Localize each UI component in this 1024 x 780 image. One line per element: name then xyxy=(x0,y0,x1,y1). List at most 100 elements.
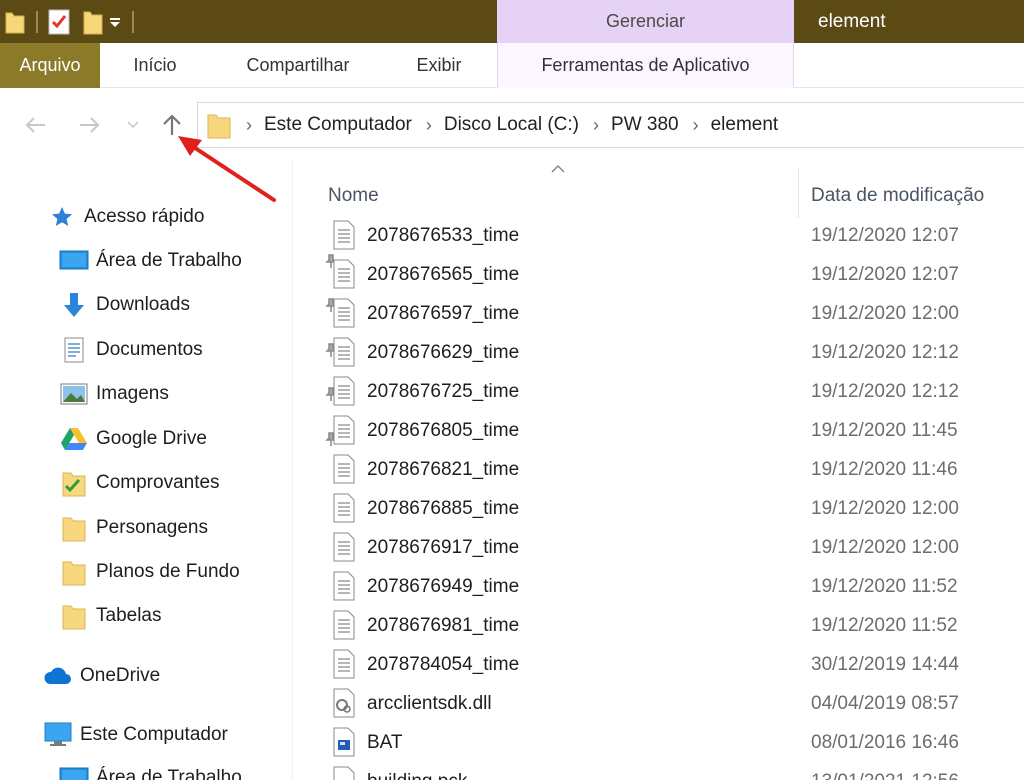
nav-item-label: Imagens xyxy=(96,383,169,404)
nav-item-imagens[interactable]: Imagens xyxy=(58,374,337,414)
file-date: 19/12/2020 11:45 xyxy=(811,420,958,441)
nav-item-label: Este Computador xyxy=(80,724,228,745)
back-button[interactable] xyxy=(18,108,52,142)
recent-locations-button[interactable] xyxy=(118,108,148,142)
nav-item-label: Google Drive xyxy=(96,428,207,449)
ribbon-tabs: Arquivo Início Compartilhar Exibir Ferra… xyxy=(0,43,1024,88)
table-row[interactable]: 2078676725_time 19/12/2020 12:12 xyxy=(293,372,1024,411)
dll-file-icon xyxy=(331,688,357,718)
file-name: 2078676629_time xyxy=(367,342,520,363)
bat-file-icon xyxy=(331,727,357,757)
file-name: BAT xyxy=(367,732,403,753)
nav-item-personagens[interactable]: Personagens xyxy=(58,508,208,548)
tab-ferramentas-de-aplicativo[interactable]: Ferramentas de Aplicativo xyxy=(497,43,794,88)
table-row[interactable]: 2078676981_time 19/12/2020 11:52 xyxy=(293,606,1024,645)
breadcrumb-disco-local[interactable]: Disco Local (C:) xyxy=(444,114,579,136)
navigation-pane: Acesso rápido Área de Trabalho Downloads… xyxy=(0,160,337,780)
forward-button[interactable] xyxy=(73,108,107,142)
generic-file-icon xyxy=(331,766,357,780)
nav-item-area-de-trabalho[interactable]: Área de Trabalho xyxy=(58,241,337,281)
folder-icon[interactable] xyxy=(2,7,28,37)
table-row[interactable]: 2078784054_time 30/12/2019 14:44 xyxy=(293,645,1024,684)
navigation-bar: › Este Computador › Disco Local (C:) › P… xyxy=(0,88,1024,160)
file-name: 2078676725_time xyxy=(367,381,520,402)
file-date: 19/12/2020 12:00 xyxy=(811,303,959,324)
nav-item-planos-de-fundo[interactable]: Planos de Fundo xyxy=(58,552,240,592)
nav-item-label: Documentos xyxy=(96,339,203,360)
customize-toolbar-icon[interactable] xyxy=(106,7,124,37)
nav-item-label: Planos de Fundo xyxy=(96,561,240,582)
nav-item-downloads[interactable]: Downloads xyxy=(58,285,337,325)
title-bar: Gerenciar element xyxy=(0,0,1024,43)
file-name: 2078676949_time xyxy=(367,576,520,597)
text-file-icon xyxy=(331,337,357,367)
breadcrumb-separator: › xyxy=(692,114,699,135)
nav-item-comprovantes[interactable]: Comprovantes xyxy=(58,463,220,503)
nav-this-pc[interactable]: Este Computador xyxy=(42,715,228,755)
file-name: 2078676533_time xyxy=(367,225,520,246)
column-header-name[interactable]: Nome xyxy=(328,174,379,218)
chevron-up-icon xyxy=(551,164,565,173)
text-file-icon xyxy=(331,493,357,523)
file-date: 19/12/2020 11:52 xyxy=(811,576,958,597)
desktop-icon xyxy=(58,762,90,780)
text-file-icon xyxy=(331,532,357,562)
tab-arquivo[interactable]: Arquivo xyxy=(0,43,100,88)
nav-item-label: OneDrive xyxy=(80,665,161,686)
file-date: 04/04/2019 08:57 xyxy=(811,693,959,714)
file-date: 19/12/2020 11:46 xyxy=(811,459,958,480)
table-row[interactable]: arcclientsdk.dll 04/04/2019 08:57 xyxy=(293,684,1024,723)
table-row[interactable]: 2078676805_time 19/12/2020 11:45 xyxy=(293,411,1024,450)
file-name: arcclientsdk.dll xyxy=(367,693,492,714)
breadcrumb-separator: › xyxy=(593,114,600,135)
file-name: 2078676917_time xyxy=(367,537,520,558)
new-folder-icon[interactable] xyxy=(80,7,106,37)
nav-onedrive[interactable]: OneDrive xyxy=(42,656,160,696)
breadcrumb-este-computador[interactable]: Este Computador xyxy=(264,114,412,136)
file-date: 19/12/2020 12:07 xyxy=(811,225,959,246)
text-file-icon xyxy=(331,571,357,601)
text-file-icon xyxy=(331,376,357,406)
file-name: 2078784054_time xyxy=(367,654,520,675)
text-file-icon xyxy=(331,220,357,250)
tab-inicio[interactable]: Início xyxy=(110,43,200,88)
column-header-date[interactable]: Data de modificação xyxy=(811,174,984,218)
file-date: 19/12/2020 12:00 xyxy=(811,537,959,558)
table-row[interactable]: 2078676821_time 19/12/2020 11:46 xyxy=(293,450,1024,489)
nav-quick-access[interactable]: Acesso rápido xyxy=(46,197,204,237)
table-row[interactable]: building.pck 13/01/2021 12:56 xyxy=(293,762,1024,780)
nav-item-google-drive[interactable]: Google Drive xyxy=(58,419,337,459)
nav-this-pc-area-de-trabalho[interactable]: Área de Trabalho xyxy=(58,758,242,780)
file-name: 2078676805_time xyxy=(367,420,520,441)
breadcrumb-pw-380[interactable]: PW 380 xyxy=(611,114,679,136)
toolbar-separator xyxy=(36,10,38,33)
file-name: 2078676981_time xyxy=(367,615,520,636)
text-file-icon xyxy=(331,454,357,484)
folder-check-icon xyxy=(58,467,90,499)
table-row[interactable]: 2078676629_time 19/12/2020 12:12 xyxy=(293,333,1024,372)
nav-item-label: Acesso rápido xyxy=(84,206,205,227)
breadcrumb-element[interactable]: element xyxy=(711,114,779,136)
column-divider[interactable] xyxy=(798,168,799,218)
table-row[interactable]: 2078676533_time 19/12/2020 12:07 xyxy=(293,216,1024,255)
table-row[interactable]: 2078676949_time 19/12/2020 11:52 xyxy=(293,567,1024,606)
table-row[interactable]: 2078676885_time 19/12/2020 12:00 xyxy=(293,489,1024,528)
nav-item-label: Personagens xyxy=(96,517,208,538)
properties-icon[interactable] xyxy=(46,7,72,37)
tab-exibir[interactable]: Exibir xyxy=(396,43,482,88)
address-bar[interactable]: › Este Computador › Disco Local (C:) › P… xyxy=(197,102,1024,148)
table-row[interactable]: 2078676597_time 19/12/2020 12:00 xyxy=(293,294,1024,333)
nav-item-documentos[interactable]: Documentos xyxy=(58,330,337,370)
computer-icon xyxy=(42,719,74,751)
file-date: 19/12/2020 12:00 xyxy=(811,498,959,519)
arrow-left-icon xyxy=(25,117,45,133)
nav-item-label: Área de Trabalho xyxy=(96,250,242,271)
table-row[interactable]: 2078676565_time 19/12/2020 12:07 xyxy=(293,255,1024,294)
table-row[interactable]: BAT 08/01/2016 16:46 xyxy=(293,723,1024,762)
context-tab-group-label: Gerenciar xyxy=(497,0,794,43)
chevron-down-icon xyxy=(127,121,139,129)
arrow-right-icon xyxy=(80,117,100,133)
table-row[interactable]: 2078676917_time 19/12/2020 12:00 xyxy=(293,528,1024,567)
tab-compartilhar[interactable]: Compartilhar xyxy=(222,43,374,88)
nav-item-tabelas[interactable]: Tabelas xyxy=(58,596,162,636)
